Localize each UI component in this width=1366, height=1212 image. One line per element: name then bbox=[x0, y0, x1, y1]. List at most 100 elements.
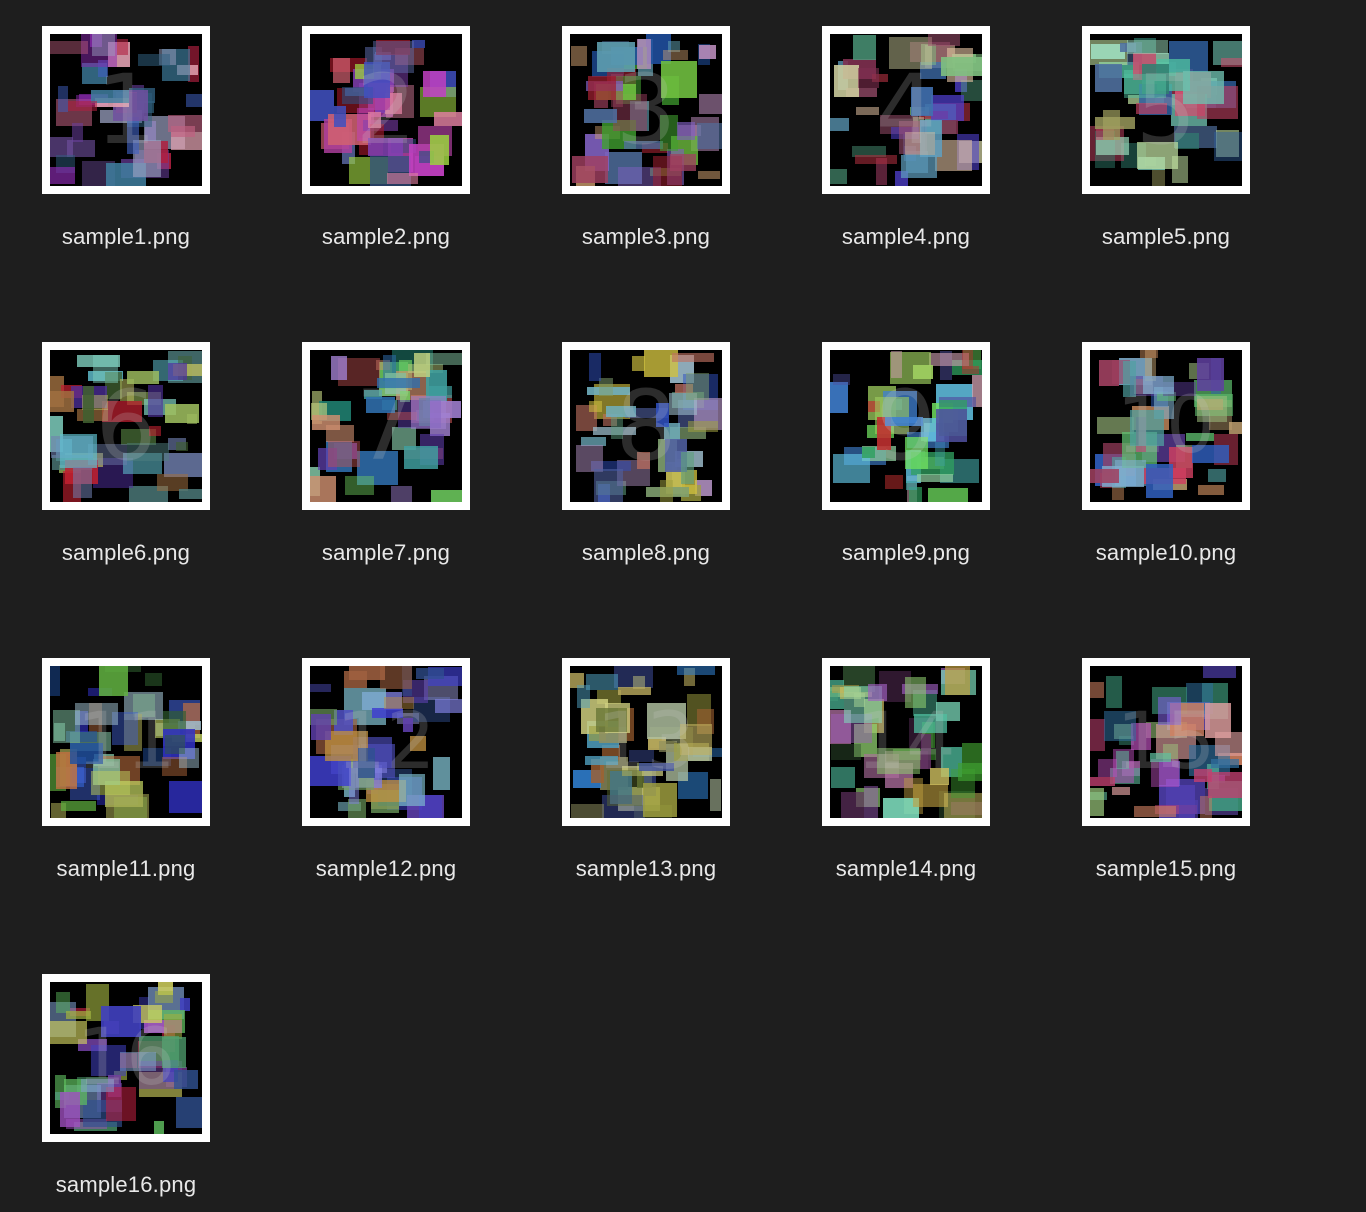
file-item[interactable]: 7 sample7.png bbox=[302, 342, 470, 602]
thumbnail-shape bbox=[149, 426, 161, 436]
thumbnail-shape bbox=[127, 443, 169, 461]
thumbnail-shape bbox=[672, 353, 714, 362]
thumbnail-shape bbox=[891, 351, 902, 378]
file-item[interactable]: 16 sample16.png bbox=[42, 974, 210, 1212]
thumbnail-shape bbox=[905, 132, 935, 155]
thumbnail-shape bbox=[830, 382, 848, 413]
file-item[interactable]: 9 sample9.png bbox=[822, 342, 990, 602]
thumbnail-shape bbox=[1098, 759, 1117, 777]
file-thumbnail[interactable]: 16 bbox=[42, 974, 210, 1142]
thumbnail-shape bbox=[961, 80, 982, 101]
file-thumbnail[interactable]: 9 bbox=[822, 342, 990, 510]
thumbnail-shape bbox=[435, 699, 462, 713]
thumbnail-shape bbox=[911, 87, 933, 116]
file-item[interactable]: 10 sample10.png bbox=[1082, 342, 1250, 602]
thumbnail-shape bbox=[1151, 759, 1179, 787]
file-item[interactable]: 15 sample15.png bbox=[1082, 658, 1250, 918]
thumbnail-shape bbox=[148, 385, 163, 417]
file-item[interactable]: 12 sample12.png bbox=[302, 658, 470, 918]
thumbnail-shape bbox=[1104, 711, 1136, 741]
thumbnail-shape bbox=[366, 397, 395, 413]
thumbnail-shape bbox=[1179, 800, 1198, 818]
thumbnail-image: 14 bbox=[830, 666, 982, 818]
file-item[interactable]: 13 sample13.png bbox=[562, 658, 730, 918]
thumbnail-shape bbox=[571, 804, 604, 818]
thumbnail-shape bbox=[179, 489, 202, 499]
thumbnail-shape bbox=[50, 1021, 87, 1044]
thumbnail-shape bbox=[72, 123, 83, 142]
file-thumbnail[interactable]: 1 bbox=[42, 26, 210, 194]
file-item[interactable]: 3 sample3.png bbox=[562, 26, 730, 286]
thumbnail-shape bbox=[60, 1092, 80, 1127]
thumbnail-shape bbox=[584, 109, 617, 123]
thumbnail-shape bbox=[906, 481, 917, 490]
file-thumbnail[interactable]: 3 bbox=[562, 26, 730, 194]
file-item[interactable]: 5 sample5.png bbox=[1082, 26, 1250, 286]
thumbnail-shape bbox=[186, 94, 202, 107]
thumbnail-shape bbox=[637, 452, 650, 469]
file-item[interactable]: 1 sample1.png bbox=[42, 26, 210, 286]
file-thumbnail[interactable]: 14 bbox=[822, 658, 990, 826]
thumbnail-shape bbox=[885, 475, 903, 489]
file-thumbnail[interactable]: 11 bbox=[42, 658, 210, 826]
thumbnail-shape bbox=[81, 1079, 114, 1092]
thumbnail-shape bbox=[1186, 433, 1214, 441]
thumbnail-shape bbox=[165, 735, 185, 754]
thumbnail-shape bbox=[1197, 396, 1227, 422]
thumbnail-shape bbox=[56, 992, 70, 1013]
thumbnail-image: 8 bbox=[570, 350, 722, 502]
thumbnail-shape bbox=[410, 736, 426, 751]
thumbnail-shape bbox=[688, 421, 718, 432]
thumbnail-shape bbox=[661, 61, 697, 98]
file-thumbnail[interactable]: 4 bbox=[822, 26, 990, 194]
thumbnail-shape bbox=[833, 454, 870, 483]
thumbnail-shape bbox=[434, 112, 462, 126]
thumbnail-shape bbox=[905, 437, 928, 469]
file-item[interactable]: 11 sample11.png bbox=[42, 658, 210, 918]
thumbnail-shape bbox=[862, 447, 875, 458]
thumbnail-shape bbox=[311, 714, 331, 740]
thumbnail-shape bbox=[127, 117, 139, 154]
thumbnail-image: 5 bbox=[1090, 34, 1242, 186]
thumbnail-shape bbox=[1116, 751, 1129, 769]
file-thumbnail[interactable]: 7 bbox=[302, 342, 470, 510]
thumbnail-shape bbox=[913, 365, 933, 379]
file-name-label: sample15.png bbox=[1095, 856, 1237, 881]
thumbnail-shape bbox=[310, 476, 336, 502]
file-thumbnail[interactable]: 6 bbox=[42, 342, 210, 510]
thumbnail-shape bbox=[312, 415, 340, 430]
file-thumbnail[interactable]: 15 bbox=[1082, 658, 1250, 826]
thumbnail-shape bbox=[399, 774, 425, 806]
file-thumbnail[interactable]: 2 bbox=[302, 26, 470, 194]
file-thumbnail[interactable]: 8 bbox=[562, 342, 730, 510]
file-item[interactable]: 2 sample2.png bbox=[302, 26, 470, 286]
file-item[interactable]: 6 sample6.png bbox=[42, 342, 210, 602]
thumbnail-shape bbox=[629, 750, 654, 762]
file-item[interactable]: 8 sample8.png bbox=[562, 342, 730, 602]
file-item[interactable]: 14 sample14.png bbox=[822, 658, 990, 918]
file-thumbnail[interactable]: 10 bbox=[1082, 342, 1250, 510]
file-thumbnail[interactable]: 12 bbox=[302, 658, 470, 826]
thumbnail-shape bbox=[106, 794, 149, 818]
thumbnail-shape bbox=[1090, 788, 1104, 816]
thumbnail-shape bbox=[331, 356, 347, 380]
file-thumbnail[interactable]: 13 bbox=[562, 658, 730, 826]
thumbnail-shape bbox=[1197, 358, 1224, 391]
thumbnail-shape bbox=[1106, 676, 1122, 708]
file-name-label: sample2.png bbox=[321, 224, 451, 249]
thumbnail-shape bbox=[606, 406, 636, 417]
thumbnail-shape bbox=[831, 744, 861, 760]
thumbnail-shape bbox=[856, 107, 879, 115]
thumbnail-shape bbox=[154, 1121, 164, 1134]
thumbnail-shape bbox=[1123, 361, 1136, 397]
thumbnail-shape bbox=[176, 1097, 202, 1128]
thumbnail-shape bbox=[831, 767, 855, 788]
thumbnail-shape bbox=[1103, 110, 1120, 140]
thumbnail-shape bbox=[310, 684, 331, 692]
thumbnail-shape bbox=[889, 37, 932, 69]
file-thumbnail[interactable]: 5 bbox=[1082, 26, 1250, 194]
thumbnail-shape bbox=[1124, 74, 1166, 98]
file-item[interactable]: 4 sample4.png bbox=[822, 26, 990, 286]
file-name-label: sample5.png bbox=[1101, 224, 1231, 249]
thumbnail-shape bbox=[901, 155, 937, 178]
